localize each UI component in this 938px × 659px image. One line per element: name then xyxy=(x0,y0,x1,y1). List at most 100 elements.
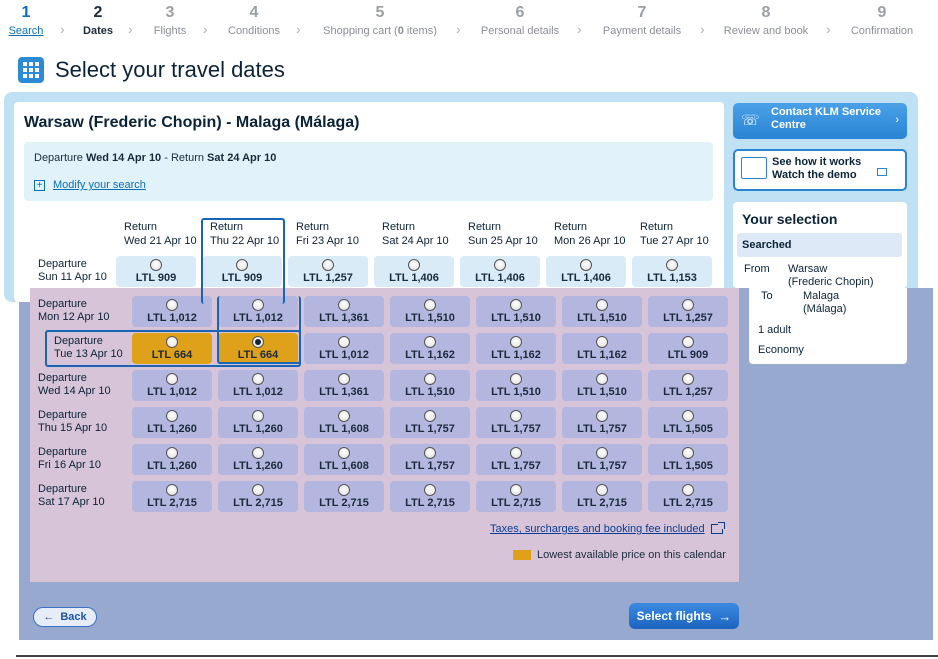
fare-radio[interactable] xyxy=(596,447,608,459)
fare-radio[interactable] xyxy=(424,447,436,459)
fare-radio[interactable] xyxy=(682,447,694,459)
fare-radio[interactable] xyxy=(666,259,678,271)
fare-radio[interactable] xyxy=(338,410,350,422)
fare-cell[interactable]: LTL 1,260 xyxy=(218,444,298,475)
fare-radio[interactable] xyxy=(252,410,264,422)
fare-radio[interactable] xyxy=(150,259,162,271)
fare-radio[interactable] xyxy=(424,299,436,311)
back-button[interactable]: ← Back xyxy=(33,607,97,627)
fare-cell[interactable]: LTL 1,757 xyxy=(562,444,642,475)
fare-radio[interactable] xyxy=(236,259,248,271)
fare-radio[interactable] xyxy=(252,373,264,385)
fare-radio[interactable] xyxy=(338,336,350,348)
fare-radio[interactable] xyxy=(682,336,694,348)
fare-cell[interactable]: LTL 909 xyxy=(202,256,282,287)
fare-cell[interactable]: LTL 2,715 xyxy=(562,481,642,512)
step-search[interactable]: 1 Search xyxy=(6,4,46,37)
fare-cell[interactable]: LTL 2,715 xyxy=(390,481,470,512)
fare-radio[interactable] xyxy=(252,447,264,459)
fare-cell[interactable]: LTL 1,505 xyxy=(648,407,728,438)
fare-radio[interactable] xyxy=(338,373,350,385)
fare-radio[interactable] xyxy=(166,484,178,496)
fare-radio[interactable] xyxy=(510,299,522,311)
fare-cell[interactable]: LTL 1,260 xyxy=(132,444,212,475)
fare-radio[interactable] xyxy=(510,373,522,385)
fare-radio[interactable] xyxy=(596,299,608,311)
fare-cell[interactable]: LTL 2,715 xyxy=(648,481,728,512)
fare-cell[interactable]: LTL 2,715 xyxy=(304,481,384,512)
fare-cell[interactable]: LTL 1,510 xyxy=(562,370,642,401)
fare-radio[interactable] xyxy=(338,447,350,459)
fare-cell[interactable]: LTL 909 xyxy=(648,333,728,364)
fare-radio[interactable] xyxy=(338,484,350,496)
fare-cell[interactable]: LTL 1,510 xyxy=(390,296,470,327)
fare-radio[interactable] xyxy=(424,410,436,422)
fare-cell[interactable]: LTL 1,162 xyxy=(390,333,470,364)
fare-cell[interactable]: LTL 1,510 xyxy=(476,296,556,327)
taxes-info-label[interactable]: Taxes, surcharges and booking fee includ… xyxy=(490,523,705,535)
fare-cell[interactable]: LTL 1,153 xyxy=(632,256,712,287)
watch-demo-button[interactable]: See how it works Watch the demo xyxy=(733,149,907,191)
fare-radio[interactable] xyxy=(166,373,178,385)
fare-cell[interactable]: LTL 1,162 xyxy=(476,333,556,364)
fare-cell[interactable]: LTL 1,257 xyxy=(648,296,728,327)
step-label[interactable]: Search xyxy=(6,25,46,37)
fare-cell[interactable]: LTL 2,715 xyxy=(476,481,556,512)
fare-radio[interactable] xyxy=(510,410,522,422)
fare-radio[interactable] xyxy=(252,336,264,348)
fare-radio[interactable] xyxy=(510,336,522,348)
modify-search-link[interactable]: + Modify your search xyxy=(34,179,146,191)
fare-cell[interactable]: LTL 1,608 xyxy=(304,444,384,475)
fare-radio[interactable] xyxy=(596,410,608,422)
fare-cell[interactable]: LTL 1,257 xyxy=(648,370,728,401)
fare-radio[interactable] xyxy=(596,336,608,348)
fare-cell[interactable]: LTL 1,510 xyxy=(476,370,556,401)
fare-radio[interactable] xyxy=(252,484,264,496)
fare-cell[interactable]: LTL 2,715 xyxy=(218,481,298,512)
fare-radio[interactable] xyxy=(424,373,436,385)
fare-cell[interactable]: LTL 1,757 xyxy=(390,407,470,438)
fare-cell[interactable]: LTL 1,361 xyxy=(304,296,384,327)
fare-cell[interactable]: LTL 1,608 xyxy=(304,407,384,438)
fare-cell[interactable]: LTL 1,012 xyxy=(132,296,212,327)
fare-radio[interactable] xyxy=(682,373,694,385)
fare-radio[interactable] xyxy=(596,484,608,496)
fare-radio[interactable] xyxy=(510,447,522,459)
fare-radio[interactable] xyxy=(338,299,350,311)
fare-radio[interactable] xyxy=(408,259,420,271)
fare-radio[interactable] xyxy=(682,484,694,496)
fare-radio[interactable] xyxy=(580,259,592,271)
select-flights-button[interactable]: Select flights → xyxy=(629,603,739,629)
fare-cell[interactable]: LTL 1,162 xyxy=(562,333,642,364)
fare-cell[interactable]: LTL 664 xyxy=(218,333,298,364)
fare-radio[interactable] xyxy=(510,484,522,496)
fare-cell[interactable]: LTL 1,757 xyxy=(390,444,470,475)
modify-search-label[interactable]: Modify your search xyxy=(53,179,146,191)
fare-cell[interactable]: LTL 1,406 xyxy=(460,256,540,287)
fare-cell[interactable]: LTL 1,361 xyxy=(304,370,384,401)
fare-radio[interactable] xyxy=(166,410,178,422)
taxes-info-link[interactable]: Taxes, surcharges and booking fee includ… xyxy=(490,522,725,535)
fare-radio[interactable] xyxy=(166,299,178,311)
fare-cell[interactable]: LTL 1,406 xyxy=(546,256,626,287)
fare-cell[interactable]: LTL 1,510 xyxy=(562,296,642,327)
fare-radio[interactable] xyxy=(322,259,334,271)
fare-cell[interactable]: LTL 909 xyxy=(116,256,196,287)
fare-cell[interactable]: LTL 1,757 xyxy=(476,444,556,475)
fare-cell[interactable]: LTL 1,012 xyxy=(218,370,298,401)
fare-radio[interactable] xyxy=(682,410,694,422)
fare-cell[interactable]: LTL 1,260 xyxy=(218,407,298,438)
fare-radio[interactable] xyxy=(494,259,506,271)
fare-radio[interactable] xyxy=(166,447,178,459)
fare-cell[interactable]: LTL 1,012 xyxy=(304,333,384,364)
fare-cell[interactable]: LTL 1,406 xyxy=(374,256,454,287)
fare-cell[interactable]: LTL 664 xyxy=(132,333,212,364)
fare-cell[interactable]: LTL 1,257 xyxy=(288,256,368,287)
fare-cell[interactable]: LTL 1,012 xyxy=(132,370,212,401)
fare-cell[interactable]: LTL 1,260 xyxy=(132,407,212,438)
fare-cell[interactable]: LTL 1,510 xyxy=(390,370,470,401)
fare-radio[interactable] xyxy=(252,299,264,311)
fare-cell[interactable]: LTL 2,715 xyxy=(132,481,212,512)
fare-cell[interactable]: LTL 1,505 xyxy=(648,444,728,475)
fare-cell[interactable]: LTL 1,757 xyxy=(476,407,556,438)
